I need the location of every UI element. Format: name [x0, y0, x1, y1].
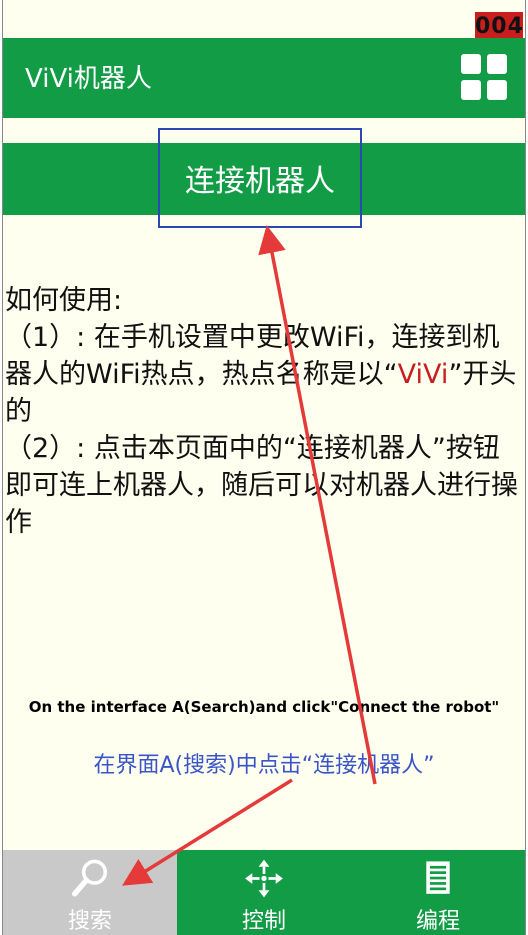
howto-step-1: （1）: 在手机设置中更改WiFi，连接到机器人的WiFi热点，热点名称是以“V…: [5, 322, 517, 427]
app-title: ViVi机器人: [25, 64, 152, 94]
move-arrows-icon: [245, 859, 283, 898]
annotation-chinese: 在界面A(搜索)中点击“连接机器人”: [93, 753, 435, 778]
tab-search-label: 搜索: [67, 909, 112, 934]
hotspot-name-highlight: ViVi: [397, 359, 449, 390]
list-icon: [426, 861, 450, 894]
howto-heading: 如何使用:: [5, 285, 123, 316]
search-icon: [72, 859, 108, 897]
howto-step-2: （2）: 点击本页面中的“连接机器人”按钮即可连上机器人，随后可以对机器人进行操…: [5, 433, 518, 538]
tab-control-label: 控制: [241, 909, 286, 934]
app-bar: ViVi机器人: [3, 38, 525, 118]
tab-control[interactable]: 控制: [177, 850, 351, 935]
annotation-english: On the interface A(Search)and click"Conn…: [28, 698, 500, 716]
grid-icon[interactable]: [461, 54, 507, 100]
usage-instructions: 如何使用: （1）: 在手机设置中更改WiFi，连接到机器人的WiFi热点，热点…: [5, 282, 520, 541]
status-area: [3, 0, 525, 38]
tab-programming[interactable]: 编程: [351, 850, 525, 935]
tab-programming-label: 编程: [415, 909, 460, 934]
connect-robot-button[interactable]: 连接机器人: [158, 128, 362, 228]
bottom-navigation: 搜索 控制 编程: [3, 850, 525, 935]
phone-screen: 004 ViVi机器人 连接机器人 如何使用: （1）: 在手机设置中更改WiF…: [2, 0, 526, 935]
tab-search[interactable]: 搜索: [3, 850, 177, 935]
